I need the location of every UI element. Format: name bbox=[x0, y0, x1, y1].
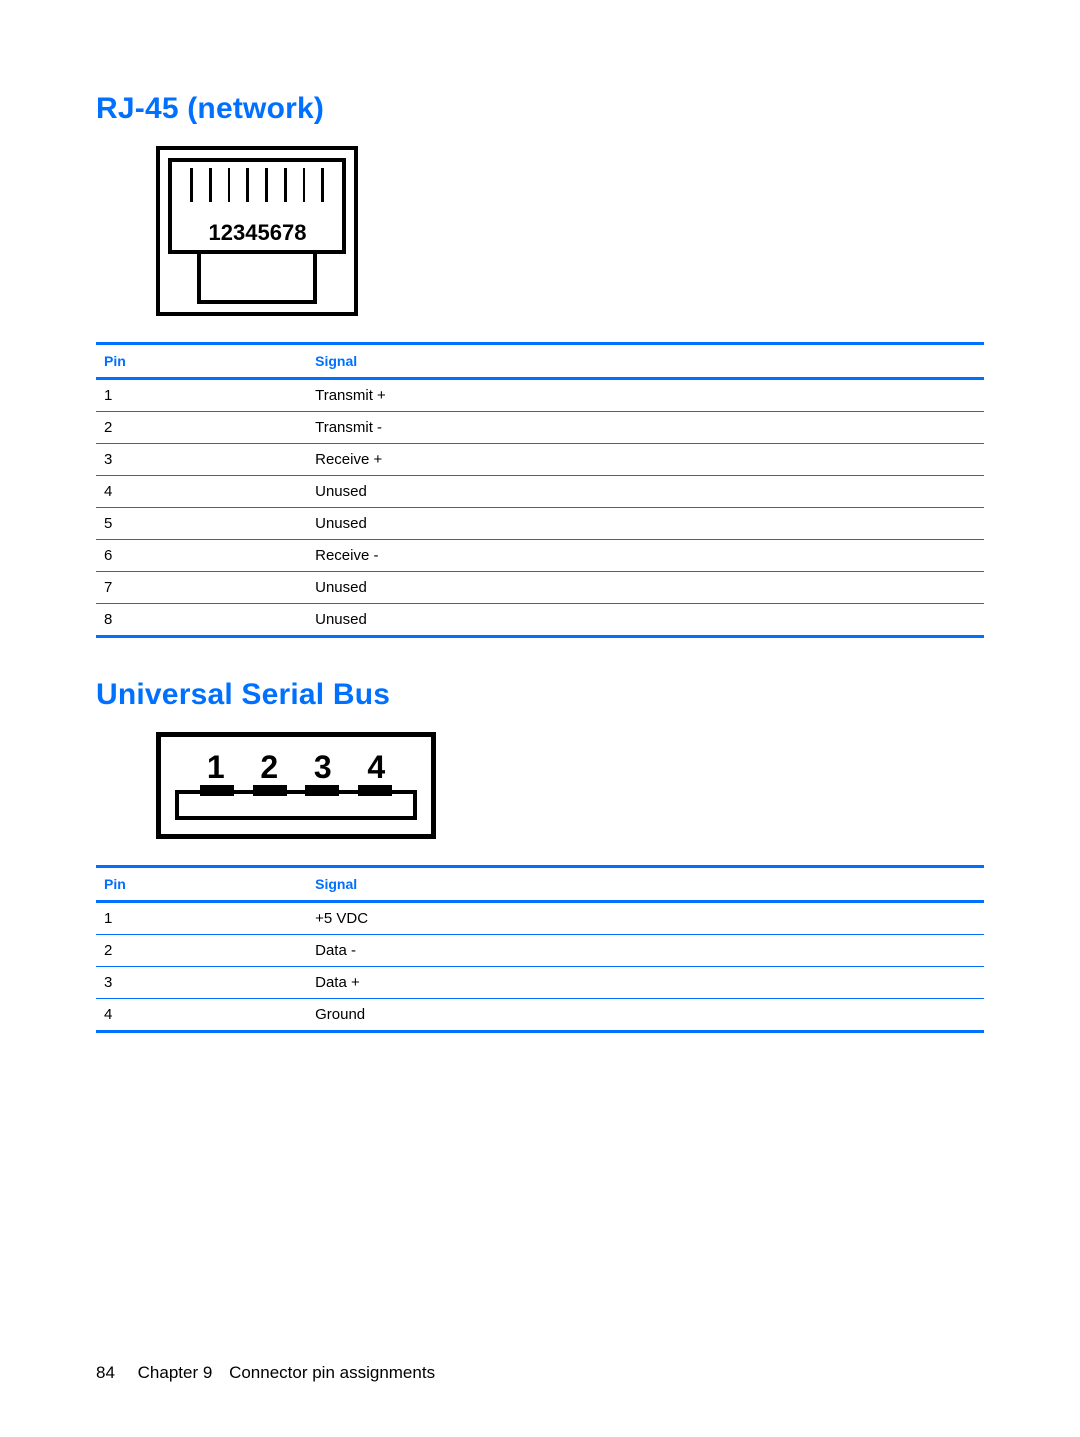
table-header-row: Pin Signal bbox=[96, 867, 984, 902]
table-row: 2Data - bbox=[96, 935, 984, 967]
usb-diagram: 1 2 3 4 bbox=[96, 732, 984, 839]
table-row: 4Ground bbox=[96, 999, 984, 1032]
table-row: 5Unused bbox=[96, 508, 984, 540]
table-row: 7Unused bbox=[96, 572, 984, 604]
col-header-pin: Pin bbox=[96, 344, 309, 379]
usb-pin-table: Pin Signal 1+5 VDC 2Data - 3Data + 4Grou… bbox=[96, 865, 984, 1033]
rj45-pin-numbers: 1 2 3 4 5 6 7 8 bbox=[172, 220, 342, 246]
chapter-title: Connector pin assignments bbox=[229, 1363, 435, 1382]
table-row: 1Transmit + bbox=[96, 379, 984, 412]
table-row: 2Transmit - bbox=[96, 412, 984, 444]
page-footer: 84 Chapter 9 Connector pin assignments bbox=[96, 1363, 435, 1383]
usb-pin-numbers: 1 2 3 4 bbox=[175, 749, 417, 790]
rj45-pin-table: Pin Signal 1Transmit + 2Transmit - 3Rece… bbox=[96, 342, 984, 638]
rj45-diagram: 1 2 3 4 5 6 7 8 bbox=[96, 146, 984, 316]
table-row: 3Data + bbox=[96, 967, 984, 999]
table-row: 3Receive + bbox=[96, 444, 984, 476]
rj45-pin-bars bbox=[172, 168, 342, 202]
table-row: 6Receive - bbox=[96, 540, 984, 572]
usb-slot bbox=[175, 790, 417, 820]
heading-rj45: RJ-45 (network) bbox=[96, 92, 984, 126]
page-number: 84 bbox=[96, 1363, 115, 1382]
table-header-row: Pin Signal bbox=[96, 344, 984, 379]
table-row: 1+5 VDC bbox=[96, 902, 984, 935]
document-page: RJ-45 (network) 1 2 3 4 5 6 7 bbox=[0, 0, 1080, 1437]
table-row: 4Unused bbox=[96, 476, 984, 508]
col-header-signal: Signal bbox=[309, 867, 984, 902]
col-header-signal: Signal bbox=[309, 344, 984, 379]
chapter-label: Chapter 9 bbox=[138, 1363, 213, 1382]
heading-usb: Universal Serial Bus bbox=[96, 678, 984, 712]
col-header-pin: Pin bbox=[96, 867, 309, 902]
table-row: 8Unused bbox=[96, 604, 984, 637]
